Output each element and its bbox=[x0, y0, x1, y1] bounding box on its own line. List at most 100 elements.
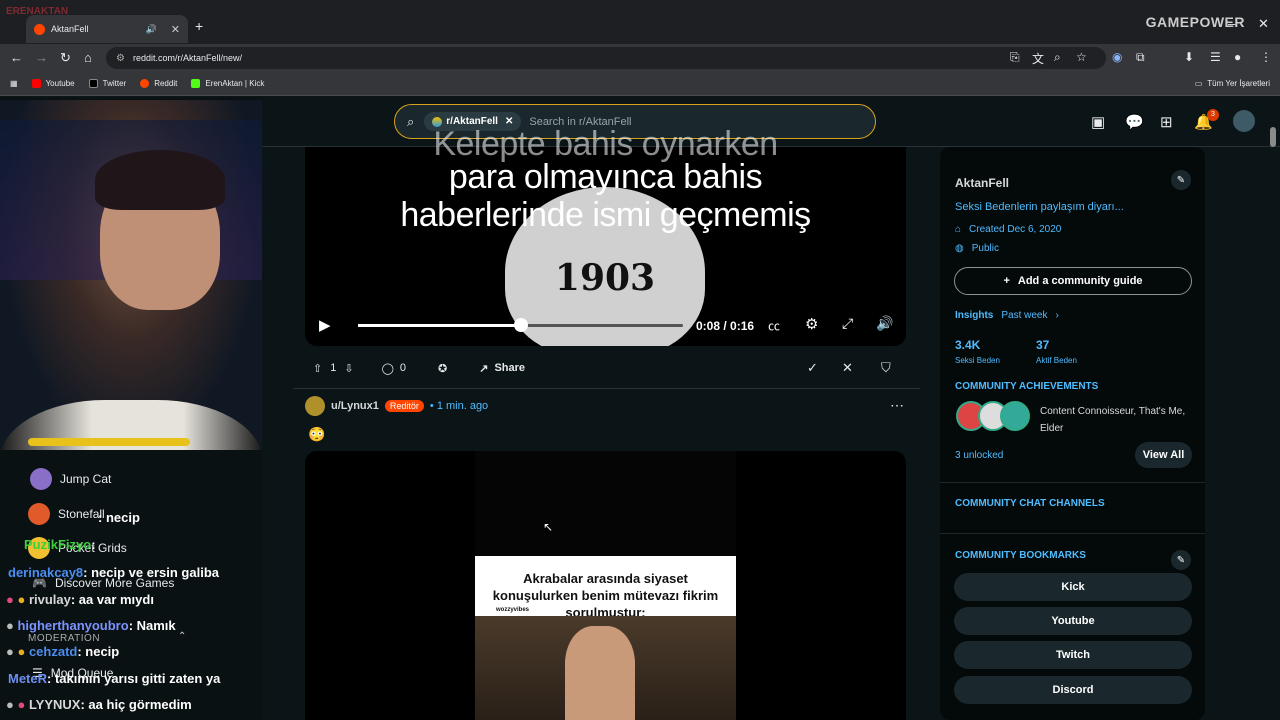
bookmark-youtube[interactable]: Youtube bbox=[31, 79, 75, 88]
kick-icon bbox=[191, 79, 201, 88]
view-all-button[interactable]: View All bbox=[1135, 442, 1192, 468]
bookmark-discord-button[interactable]: Discord bbox=[954, 676, 1192, 704]
visibility: ◍ Public bbox=[955, 243, 999, 254]
download-icon[interactable]: ⬇ bbox=[1184, 50, 1194, 64]
streamer-hair bbox=[95, 150, 225, 210]
edit-bookmarks-icon[interactable]: ✎ bbox=[1171, 550, 1191, 570]
window-close-icon[interactable]: ✕ bbox=[1258, 16, 1269, 32]
meme-credit: wozzyvibes bbox=[496, 607, 530, 613]
captions-icon[interactable]: ㏄ bbox=[768, 317, 780, 334]
site-info-icon[interactable]: ⚙ bbox=[116, 53, 125, 64]
meme-person bbox=[565, 626, 635, 720]
community-name: AktanFell bbox=[955, 176, 1010, 190]
share-button[interactable]: ↗ Share bbox=[479, 362, 525, 375]
collapse-icon[interactable]: ⌃ bbox=[178, 631, 186, 642]
edit-icon[interactable]: ✎ bbox=[1171, 170, 1191, 190]
comment-button[interactable]: ◯ 0 bbox=[382, 362, 406, 375]
chat-icon[interactable]: 💬 bbox=[1125, 113, 1144, 131]
page-scrollbar[interactable] bbox=[1270, 127, 1276, 147]
chat-line: MeteR: takımın yarısı gitti zaten ya bbox=[8, 671, 221, 686]
zoom-icon[interactable]: ⌕ bbox=[1054, 50, 1061, 65]
bookmark-kick-button[interactable]: Kick bbox=[954, 573, 1192, 601]
moderation-label: MODERATION bbox=[28, 633, 101, 644]
created-date: ⌂ Created Dec 6, 2020 bbox=[955, 224, 1062, 235]
reddit-favicon-icon bbox=[34, 23, 45, 35]
all-bookmarks[interactable]: ▭ Tüm Yer İşaretleri bbox=[1195, 79, 1270, 88]
fullscreen-icon[interactable]: ⤢ bbox=[842, 315, 853, 332]
translate-icon[interactable]: 文 bbox=[1032, 50, 1044, 67]
community-description: Seksi Bedenlerin paylaşım diyarı... bbox=[955, 201, 1124, 213]
chat-channels-title: COMMUNITY CHAT CHANNELS bbox=[955, 498, 1105, 509]
media-icon[interactable]: ◉ bbox=[1112, 50, 1122, 64]
post-author[interactable]: u/Lynux1 bbox=[331, 400, 379, 412]
bookmark-twitch-button[interactable]: Twitch bbox=[954, 641, 1192, 669]
downvote-icon[interactable]: ⇩ bbox=[344, 362, 353, 375]
insights-row[interactable]: Insights Past week › bbox=[955, 310, 1059, 321]
x-icon bbox=[88, 79, 98, 88]
user-avatar[interactable] bbox=[1233, 110, 1255, 132]
post2-header: u/Lynux1 Reditör • 1 min. ago bbox=[305, 395, 488, 417]
bookmark-twitter[interactable]: Twitter bbox=[88, 79, 126, 88]
remove-icon[interactable]: ✕ bbox=[842, 360, 853, 376]
award-icon[interactable]: ✪ bbox=[438, 362, 447, 375]
active-count: 37 bbox=[1036, 338, 1050, 352]
ads-icon[interactable]: ▣ bbox=[1091, 113, 1105, 131]
new-tab-button[interactable]: + bbox=[195, 18, 203, 34]
bookmark-star-icon[interactable]: ☆ bbox=[1076, 50, 1087, 64]
plus-icon: + bbox=[1003, 275, 1010, 287]
post-emoji: 😳 bbox=[308, 426, 326, 442]
reddit-icon bbox=[140, 79, 150, 88]
bookmark-kick[interactable]: ErenAktan | Kick bbox=[191, 79, 264, 88]
bookmark-youtube-button[interactable]: Youtube bbox=[954, 607, 1192, 635]
browser-tab[interactable]: AktanFell 🔊 ✕ bbox=[26, 15, 188, 43]
url-field[interactable]: ⚙ reddit.com/r/AktanFell/new/ bbox=[106, 47, 1106, 69]
home-icon[interactable]: ⌂ bbox=[84, 50, 92, 65]
overlay-bar bbox=[28, 438, 190, 446]
video-time: 0:08 / 0:16 bbox=[696, 319, 755, 333]
members-label: Seksi Beden bbox=[955, 356, 1000, 365]
folder-icon: ▭ bbox=[1194, 79, 1203, 88]
more-options-icon[interactable]: ⋯ bbox=[890, 397, 904, 414]
chat-line: PuzikFizyo: bbox=[24, 537, 96, 552]
jump-cat-icon bbox=[30, 468, 52, 490]
minimize-icon[interactable]: – bbox=[1228, 16, 1235, 31]
extensions-icon[interactable]: ⧉ bbox=[1136, 50, 1145, 65]
chat-line: ● ● cehzatd: necip bbox=[6, 644, 120, 659]
mouse-cursor-icon: ↖ bbox=[543, 520, 554, 534]
back-icon[interactable]: ← bbox=[10, 50, 23, 65]
progress-knob[interactable] bbox=[513, 318, 528, 332]
approve-icon[interactable]: ✓ bbox=[807, 360, 818, 376]
profile-icon[interactable]: ● bbox=[1234, 50, 1241, 64]
reading-list-icon[interactable]: ☰ bbox=[1210, 50, 1221, 64]
meme-top-area bbox=[475, 451, 736, 556]
achievements-title: COMMUNITY ACHIEVEMENTS bbox=[955, 381, 1099, 392]
youtube-icon bbox=[31, 79, 41, 88]
volume-icon[interactable]: 🔊 bbox=[876, 315, 893, 332]
video-caption-line-2: para olmayınca bahis bbox=[448, 158, 763, 196]
chrome-menu-icon[interactable]: ⋮ bbox=[1260, 50, 1272, 64]
active-label: Aktif Beden bbox=[1036, 356, 1077, 365]
reload-icon[interactable]: ↻ bbox=[60, 50, 71, 66]
bookmarks-bar: ▦ Youtube Twitter Reddit ErenAktan | Kic… bbox=[0, 72, 1280, 96]
install-icon[interactable]: ⎘ bbox=[1010, 50, 1020, 65]
members-count: 3.4K bbox=[955, 338, 981, 352]
divider bbox=[940, 482, 1205, 483]
upvote-icon[interactable]: ⇧ bbox=[313, 362, 322, 375]
apps-icon[interactable]: ▦ bbox=[10, 79, 18, 88]
bookmark-reddit[interactable]: Reddit bbox=[140, 79, 177, 88]
add-community-guide-button[interactable]: + Add a community guide bbox=[954, 267, 1192, 295]
tab-title: AktanFell bbox=[51, 24, 89, 34]
chat-line: : necip bbox=[98, 510, 140, 525]
shield-icon[interactable]: ⛉ bbox=[881, 360, 891, 376]
menu-jump-cat[interactable]: Jump Cat bbox=[30, 468, 111, 490]
share-icon: ↗ bbox=[479, 362, 489, 375]
achievements-text: Content Connoisseur, That's Me, Elder bbox=[1040, 406, 1186, 434]
play-icon[interactable]: ▶ bbox=[319, 316, 331, 334]
forward-icon[interactable]: → bbox=[35, 50, 48, 65]
close-tab-icon[interactable]: ✕ bbox=[171, 23, 180, 36]
user-avatar[interactable] bbox=[305, 396, 325, 416]
settings-gear-icon[interactable]: ⚙ bbox=[805, 315, 818, 333]
create-post-icon[interactable]: ⊞ bbox=[1160, 113, 1173, 131]
chat-line: ● higherthanyoubro: Namık bbox=[6, 618, 176, 633]
unlocked-count: 3 unlocked bbox=[955, 450, 1004, 461]
